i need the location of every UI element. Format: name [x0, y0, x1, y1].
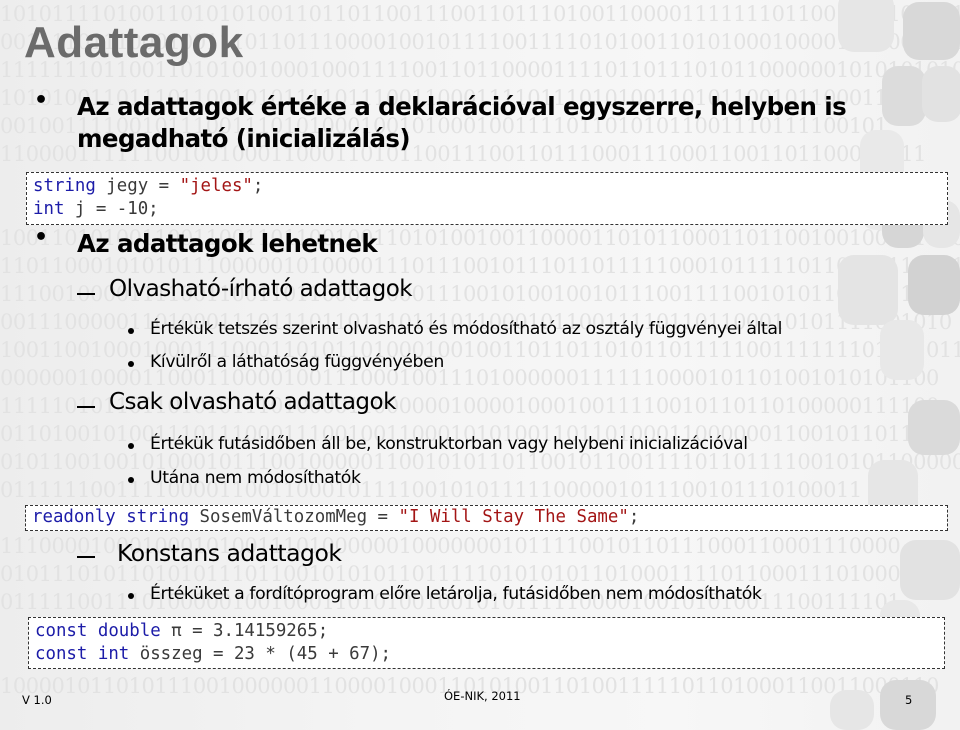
- bullet-dot: •: [34, 88, 49, 113]
- code-keyword: readonly: [32, 507, 116, 527]
- bullet-dot: [128, 593, 134, 599]
- bullet-dot: •: [34, 225, 49, 250]
- code-text: összeg = 23 * (45 + 67);: [129, 644, 392, 664]
- code-line: const int összeg = 23 * (45 + 67);: [35, 643, 944, 666]
- section-heading: Csak olvasható adattagok: [109, 389, 396, 415]
- dash-marker: [77, 406, 95, 408]
- code-block: const double π = 3.14159265; const int ös…: [28, 617, 945, 669]
- code-keyword: int: [33, 199, 65, 219]
- section-item: Utána nem módosíthatók: [150, 468, 361, 488]
- bullet-dot: [128, 443, 134, 449]
- code-keyword: int: [97, 644, 130, 664]
- code-text: j = -10;: [64, 199, 159, 219]
- code-string: "jeles": [179, 176, 253, 196]
- section-item: Értékük tetszés szerint olvasható és mód…: [150, 319, 782, 339]
- section-item: Értéküket a fordítóprogram előre letárol…: [150, 584, 762, 604]
- section-item: Értékük futásidőben áll be, konstruktorb…: [150, 434, 748, 454]
- slide: Adattagok • Az adattagok értéke a deklar…: [0, 0, 960, 720]
- code-string: "I Will Stay The Same": [398, 507, 629, 527]
- code-block: readonly string SosemVáltozomMeg = "I Wi…: [25, 505, 948, 531]
- page-number: 5: [905, 693, 913, 707]
- section-heading: Konstans adattagok: [117, 539, 342, 567]
- code-text: SosemVáltozomMeg =: [189, 507, 399, 527]
- bullet-text: Az adattagok lehetnek: [77, 229, 378, 258]
- section-item: Kívülről a láthatóság függvényében: [150, 352, 444, 372]
- code-keyword: double: [97, 621, 161, 641]
- code-keyword: string: [33, 176, 96, 196]
- code-text: ;: [252, 176, 264, 196]
- bullet-text: Az adattagok értéke a deklarációval egys…: [77, 92, 847, 121]
- code-keyword: const: [35, 621, 88, 641]
- section-heading: Olvasható-írható adattagok: [109, 276, 413, 302]
- dash-marker: [77, 293, 95, 295]
- bullet-text-continued: megadható (inicializálás): [77, 124, 411, 153]
- code-text: π = 3.14159265;: [160, 621, 329, 641]
- code-text: jegy =: [95, 176, 180, 196]
- code-line: readonly string SosemVáltozomMeg = "I Wi…: [32, 506, 947, 529]
- dash-marker: [77, 556, 95, 558]
- slide-title: Adattagok: [24, 18, 244, 67]
- bullet-dot: [128, 361, 134, 367]
- code-line: string jegy = "jeles";: [33, 175, 947, 198]
- footer-center: ÓE-NIK, 2011: [444, 689, 521, 703]
- code-line: const double π = 3.14159265;: [35, 620, 944, 643]
- bullet-dot: [128, 328, 134, 334]
- code-keyword: const: [35, 644, 88, 664]
- footer-version: V 1.0: [22, 693, 52, 707]
- code-line: int j = -10;: [33, 198, 947, 221]
- bullet-dot: [128, 477, 134, 483]
- code-text: ;: [628, 507, 640, 527]
- code-keyword: string: [126, 507, 190, 527]
- code-block: string jegy = "jeles"; int j = -10;: [26, 172, 948, 225]
